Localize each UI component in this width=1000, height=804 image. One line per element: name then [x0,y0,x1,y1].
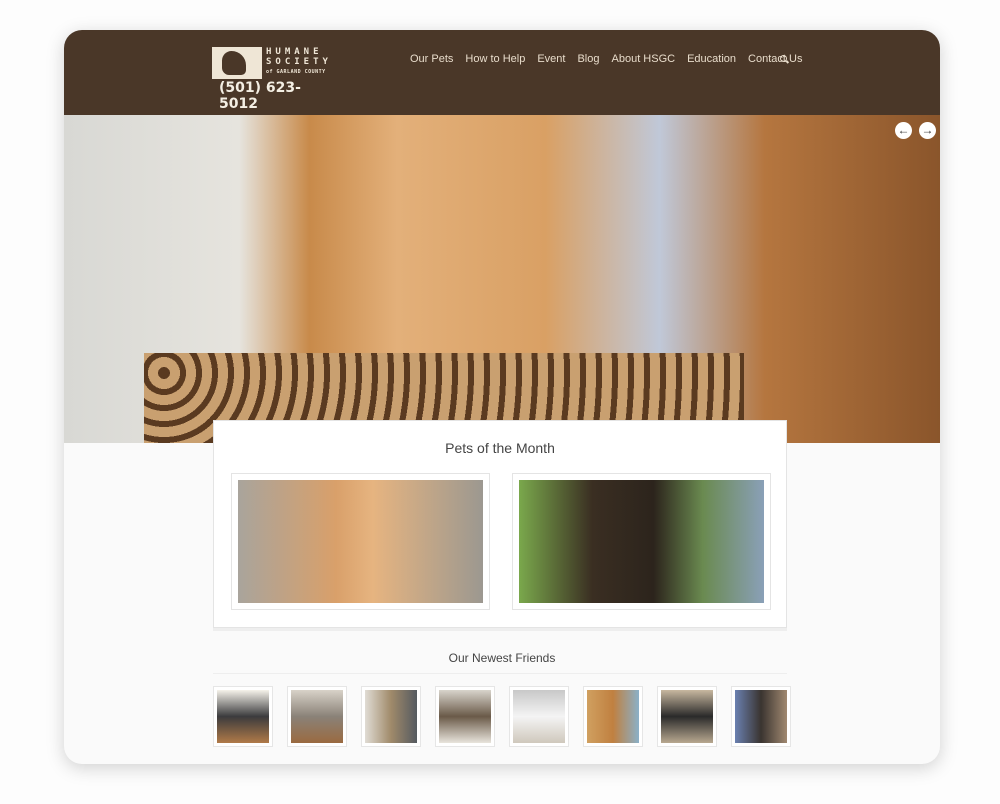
nav-blog[interactable]: Blog [571,53,605,65]
search-icon[interactable] [780,55,787,62]
hero-slider-image: ← → [64,115,940,443]
nav-event[interactable]: Event [531,53,571,65]
phone-number[interactable]: (501) 623-5012 [219,80,337,112]
nav-contact[interactable]: Contact Us [742,53,808,65]
newest-friends-list [213,686,791,747]
nav-how-to-help[interactable]: How to Help [459,53,531,65]
pet-thumbnail[interactable] [361,686,421,747]
pet-thumbnail[interactable] [657,686,717,747]
site-header: HUMANE SOCIETY of GARLAND COUNTY (501) 6… [64,30,940,115]
pet-thumbnail[interactable] [509,686,569,747]
nav-education[interactable]: Education [681,53,742,65]
pet-thumbnail[interactable] [435,686,495,747]
pet-thumbnail[interactable] [213,686,273,747]
section-title: Our Newest Friends [448,651,556,665]
arrow-right-icon[interactable]: → [919,122,936,139]
pet-thumbnail[interactable] [583,686,643,747]
pet-of-month-card[interactable] [512,473,771,610]
section-title: Pets of the Month [445,440,555,456]
nav-our-pets[interactable]: Our Pets [404,53,459,65]
pets-of-the-month-panel: Pets of the Month [213,420,787,628]
nav-about[interactable]: About HSGC [606,53,682,65]
logo-text: HUMANE SOCIETY of GARLAND COUNTY [266,47,332,75]
divider [213,673,787,674]
logo-mark-icon [212,47,262,79]
logo[interactable]: HUMANE SOCIETY of GARLAND COUNTY (501) 6… [212,47,337,112]
pet-of-month-card[interactable] [231,473,490,610]
main-nav: Our Pets How to Help Event Blog About HS… [404,53,808,65]
arrow-left-icon[interactable]: ← [895,122,912,139]
pet-thumbnail[interactable] [731,686,791,747]
pet-thumbnail[interactable] [287,686,347,747]
browser-window: HUMANE SOCIETY of GARLAND COUNTY (501) 6… [64,30,940,764]
